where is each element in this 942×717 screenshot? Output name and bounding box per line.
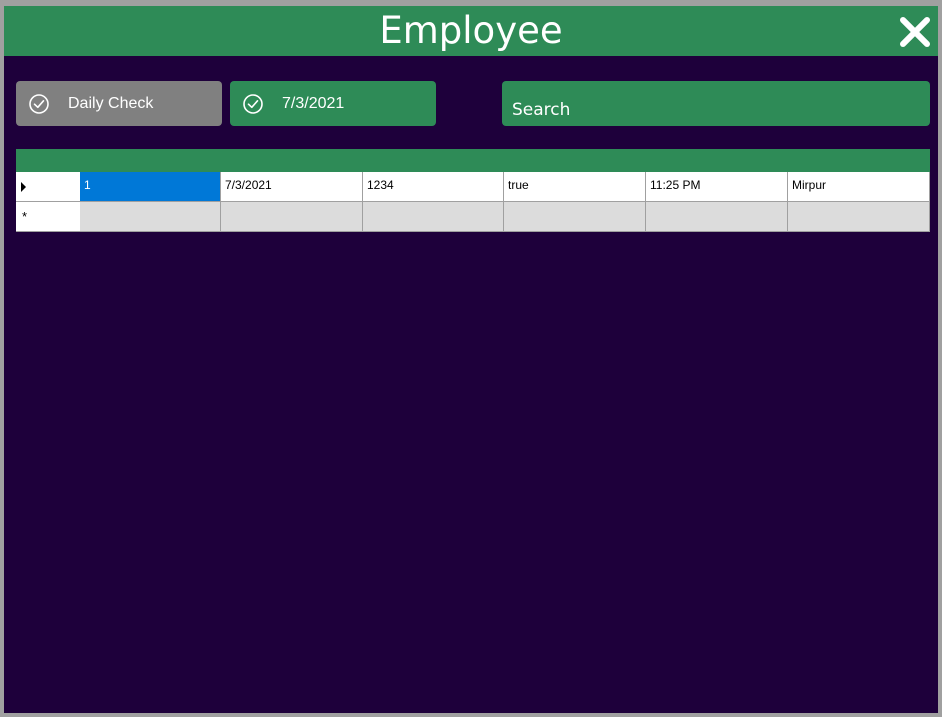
check-circle-icon <box>29 93 49 114</box>
close-button[interactable] <box>898 15 932 49</box>
employee-grid[interactable]: 1 7/3/2021 1234 true 11:25 PM Mirpur * <box>16 149 930 232</box>
table-cell[interactable]: 1234 <box>363 172 504 202</box>
daily-check-label: Daily Check <box>68 94 154 112</box>
table-cell[interactable] <box>788 202 930 232</box>
table-cell[interactable] <box>504 202 646 232</box>
table-cell[interactable] <box>221 202 363 232</box>
grid-header <box>16 149 930 172</box>
new-row-marker: * <box>22 209 28 224</box>
table-cell[interactable]: true <box>504 172 646 202</box>
table-cell[interactable]: 1 <box>80 172 221 202</box>
table-cell[interactable] <box>646 202 788 232</box>
title-bar: Employee <box>4 6 938 56</box>
window-title: Employee <box>379 9 563 52</box>
employee-window: Employee Daily Check 7/3/2021 Search 1 7… <box>4 6 938 713</box>
table-cell[interactable]: 7/3/2021 <box>221 172 363 202</box>
date-button[interactable]: 7/3/2021 <box>230 81 436 126</box>
table-row[interactable]: 1 7/3/2021 1234 true 11:25 PM Mirpur <box>16 172 930 202</box>
new-row[interactable]: * <box>16 202 930 232</box>
row-header[interactable] <box>16 172 80 202</box>
table-cell[interactable] <box>80 202 221 232</box>
search-box[interactable] <box>502 81 930 126</box>
current-row-arrow-icon <box>21 182 26 192</box>
table-cell[interactable]: 11:25 PM <box>646 172 788 202</box>
daily-check-button[interactable]: Daily Check <box>16 81 222 126</box>
table-cell[interactable]: Mirpur <box>788 172 930 202</box>
row-header[interactable]: * <box>16 202 80 232</box>
date-label: 7/3/2021 <box>282 94 345 112</box>
search-input[interactable] <box>512 99 912 121</box>
table-cell[interactable] <box>363 202 504 232</box>
close-icon <box>900 17 930 47</box>
check-circle-icon <box>243 93 263 114</box>
